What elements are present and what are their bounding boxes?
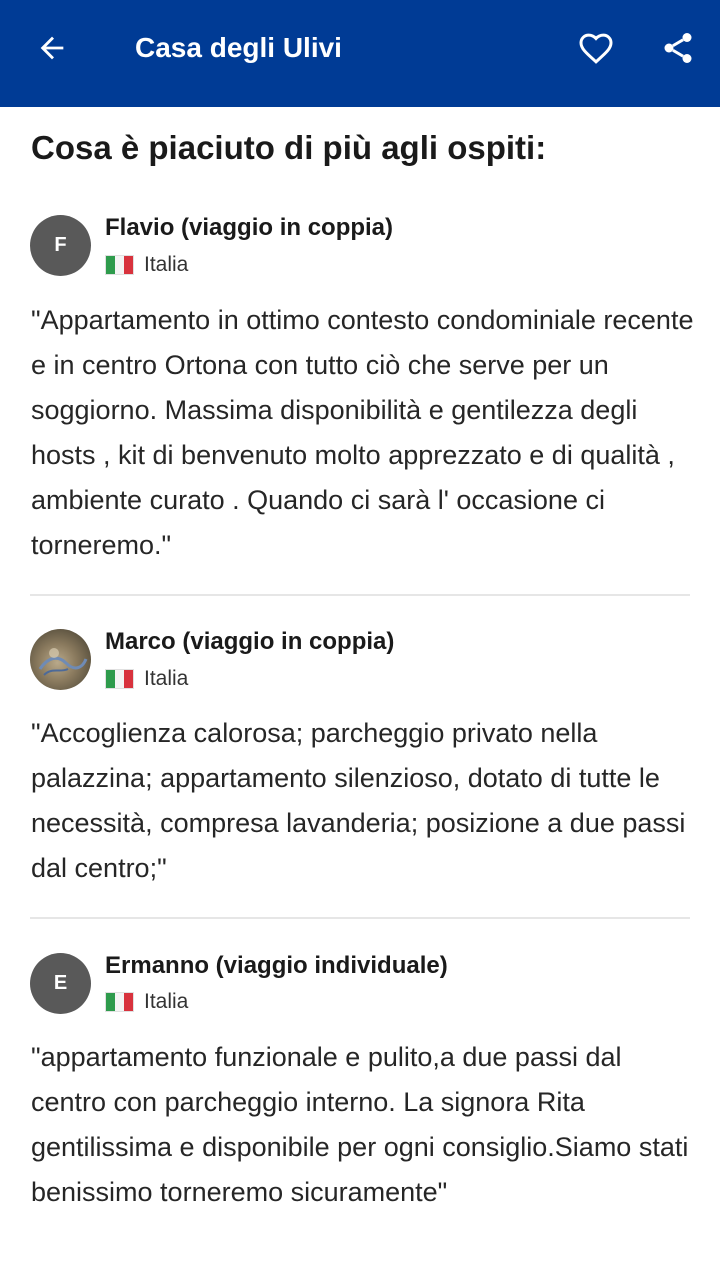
profile-photo-icon xyxy=(38,648,88,676)
reviewer-country: Italia xyxy=(105,664,188,694)
review-text: "Appartamento in ottimo contesto condomi… xyxy=(31,305,694,560)
back-button[interactable] xyxy=(32,28,72,68)
reviewer-name: Marco (viaggio in coppia) xyxy=(105,628,395,655)
italy-flag-icon xyxy=(105,992,134,1012)
favorite-button[interactable] xyxy=(574,26,618,70)
reviewer-country: Italia xyxy=(105,250,188,280)
divider xyxy=(30,917,690,919)
italy-flag-icon xyxy=(105,255,134,275)
reviewer-name: Flavio (viaggio in coppia) xyxy=(105,214,394,241)
share-icon xyxy=(664,33,692,63)
country-label: Italia xyxy=(144,990,189,1013)
review-text: "Accoglienza calorosa; parcheggio privat… xyxy=(31,718,686,883)
section-heading: Cosa è piaciuto di più agli ospiti: xyxy=(31,129,547,166)
app-bar: Casa degli Ulivi xyxy=(0,0,720,107)
country-label: Italia xyxy=(144,667,189,690)
page-title: Casa degli Ulivi xyxy=(135,32,342,63)
avatar: E xyxy=(30,953,91,1014)
country-label: Italia xyxy=(144,253,189,276)
arrow-left-icon xyxy=(40,36,64,60)
review-text: "appartamento funzionale e pulito,a due … xyxy=(31,1042,689,1207)
share-button[interactable] xyxy=(656,26,700,70)
heart-outline-icon xyxy=(579,33,613,64)
avatar: F xyxy=(30,215,91,276)
italy-flag-icon xyxy=(105,669,134,689)
reviewer-name: Ermanno (viaggio individuale) xyxy=(105,952,448,979)
avatar xyxy=(30,629,91,690)
reviewer-country: Italia xyxy=(105,987,188,1017)
divider xyxy=(30,594,690,596)
